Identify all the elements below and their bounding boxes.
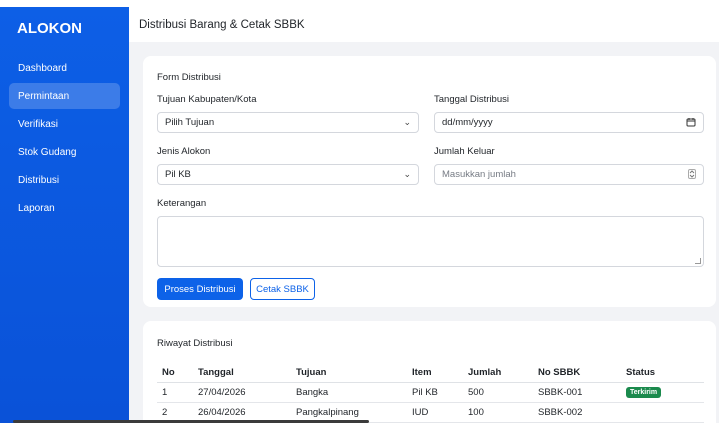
page-header: Distribusi Barang & Cetak SBBK — [129, 7, 719, 42]
riwayat-distribusi-card: Riwayat Distribusi No Tanggal Tujuan Ite… — [143, 321, 716, 423]
main-content: Distribusi Barang & Cetak SBBK Form Dist… — [129, 7, 719, 423]
table-row: 2 26/04/2026 Pangkalpinang IUD 100 SBBK-… — [157, 402, 704, 423]
sidebar-item-permintaan[interactable]: Permintaan — [9, 83, 120, 109]
sidebar-nav: Dashboard Permintaan Verifikasi Stok Gud… — [0, 55, 129, 223]
proses-distribusi-button[interactable]: Proses Distribusi — [157, 278, 243, 300]
column-header-jumlah: Jumlah — [463, 363, 533, 383]
cell-tanggal: 26/04/2026 — [193, 402, 291, 423]
cell-status: Terkirim — [621, 382, 704, 403]
cell-jumlah: 500 — [463, 382, 533, 403]
cell-tanggal: 27/04/2026 — [193, 382, 291, 403]
sidebar: ALOKON Dashboard Permintaan Verifikasi S… — [0, 7, 129, 423]
column-header-item: Item — [407, 363, 463, 383]
cell-item: Pil KB — [407, 382, 463, 403]
resize-handle-icon[interactable] — [695, 258, 701, 264]
riwayat-title: Riwayat Distribusi — [157, 338, 233, 349]
stepper-icon[interactable] — [688, 169, 696, 181]
cetak-sbbk-button[interactable]: Cetak SBBK — [250, 278, 315, 300]
jumlah-input[interactable]: Masukkan jumlah — [434, 164, 704, 185]
riwayat-table: No Tanggal Tujuan Item Jumlah No SBBK St… — [157, 363, 704, 423]
tanggal-input[interactable]: dd/mm/yyyy — [434, 112, 704, 133]
column-header-tujuan: Tujuan — [291, 363, 407, 383]
cell-no: 1 — [157, 382, 193, 403]
cell-status — [621, 402, 704, 423]
cell-item: IUD — [407, 402, 463, 423]
chevron-down-icon: ⌄ — [403, 117, 411, 127]
cell-jumlah: 100 — [463, 402, 533, 423]
cell-no-sbbk: SBBK-002 — [533, 402, 621, 423]
tujuan-label: Tujuan Kabupaten/Kota — [157, 94, 257, 105]
jumlah-placeholder: Masukkan jumlah — [442, 169, 516, 180]
jenis-alokon-select[interactable]: Pil KB ⌄ — [157, 164, 419, 185]
sidebar-item-verifikasi[interactable]: Verifikasi — [9, 111, 120, 137]
form-distribusi-card: Form Distribusi Tujuan Kabupaten/Kota Pi… — [143, 56, 716, 307]
sidebar-item-distribusi[interactable]: Distribusi — [9, 167, 120, 193]
calendar-icon[interactable] — [686, 117, 696, 129]
column-header-tanggal: Tanggal — [193, 363, 291, 383]
brand-logo: ALOKON — [17, 20, 82, 37]
tanggal-placeholder: dd/mm/yyyy — [442, 117, 493, 128]
tanggal-label: Tanggal Distribusi — [434, 94, 509, 105]
cell-tujuan: Pangkalpinang — [291, 402, 407, 423]
jenis-label: Jenis Alokon — [157, 146, 211, 157]
page-title: Distribusi Barang & Cetak SBBK — [139, 19, 305, 31]
sidebar-item-dashboard[interactable]: Dashboard — [9, 55, 120, 81]
cell-tujuan: Bangka — [291, 382, 407, 403]
jumlah-label: Jumlah Keluar — [434, 146, 495, 157]
tujuan-select[interactable]: Pilih Tujuan ⌄ — [157, 112, 419, 133]
table-row: 1 27/04/2026 Bangka Pil KB 500 SBBK-001 … — [157, 382, 704, 403]
top-edge — [0, 0, 719, 7]
status-badge: Terkirim — [626, 387, 662, 398]
column-header-no-sbbk: No SBBK — [533, 363, 621, 383]
sidebar-item-stok-gudang[interactable]: Stok Gudang — [9, 139, 120, 165]
chevron-down-icon: ⌄ — [403, 169, 411, 179]
cell-no-sbbk: SBBK-001 — [533, 382, 621, 403]
jenis-value: Pil KB — [165, 169, 191, 180]
table-header-row: No Tanggal Tujuan Item Jumlah No SBBK St… — [157, 363, 704, 383]
tujuan-value: Pilih Tujuan — [165, 117, 215, 128]
keterangan-textarea[interactable] — [157, 216, 704, 267]
cell-no: 2 — [157, 402, 193, 423]
keterangan-label: Keterangan — [157, 198, 207, 209]
column-header-status: Status — [621, 363, 704, 383]
form-title: Form Distribusi — [157, 72, 221, 83]
column-header-no: No — [157, 363, 193, 383]
sidebar-item-laporan[interactable]: Laporan — [9, 195, 120, 221]
